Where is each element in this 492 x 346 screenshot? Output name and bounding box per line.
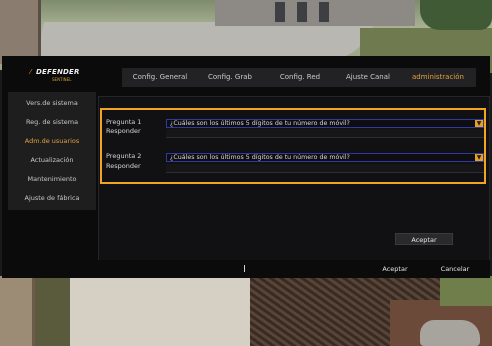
- question-1-label: Pregunta 1: [106, 118, 142, 126]
- inner-accept-button[interactable]: Aceptar: [395, 233, 453, 245]
- question-1-value: ¿Cuáles son los últimos 5 dígitos de tu …: [170, 120, 350, 127]
- brand-logo: ⁄ DEFENDER SENTINEL: [30, 68, 90, 86]
- accept-button[interactable]: Aceptar: [366, 263, 424, 275]
- question-2-label: Pregunta 2: [106, 152, 142, 160]
- answer-1-input[interactable]: [166, 129, 484, 138]
- security-questions-box: Pregunta 1 ¿Cuáles son los últimos 5 díg…: [100, 108, 486, 184]
- background-grass: [440, 276, 492, 306]
- sidebar-item-user-management[interactable]: Adm.de usuarios: [8, 132, 96, 150]
- tab-ajuste-canal[interactable]: Ajuste Canal: [334, 68, 402, 87]
- tab-administracion[interactable]: administración: [402, 68, 474, 87]
- answer-2-label: Responder: [106, 162, 141, 170]
- answer-2-input[interactable]: [166, 164, 484, 173]
- sidebar: Vers.de sistema Reg. de sistema Adm.de u…: [8, 92, 96, 210]
- question-2-value: ¿Cuáles son los últimos 5 dígitos de tu …: [170, 154, 350, 161]
- chevron-down-icon[interactable]: ▼: [475, 154, 483, 161]
- chevron-down-icon[interactable]: ▼: [475, 120, 483, 127]
- cancel-button[interactable]: Cancelar: [426, 263, 484, 275]
- tab-bar: Config. General Config. Grab Config. Red…: [122, 68, 476, 87]
- sidebar-item-maintenance[interactable]: Mantenimiento: [8, 170, 96, 188]
- background-rock: [420, 320, 480, 346]
- background-trees: [420, 0, 492, 30]
- question-1-select[interactable]: ¿Cuáles son los últimos 5 dígitos de tu …: [166, 119, 484, 128]
- sidebar-item-system-log[interactable]: Reg. de sistema: [8, 113, 96, 131]
- background-house: [215, 0, 415, 26]
- answer-1-label: Responder: [106, 127, 141, 135]
- tab-config-grab[interactable]: Config. Grab: [196, 68, 264, 87]
- house-window: [297, 2, 307, 22]
- mouse-cursor-icon: [244, 265, 245, 272]
- brand-tagline: SENTINEL: [52, 77, 72, 82]
- sidebar-item-update[interactable]: Actualización: [8, 151, 96, 169]
- tab-config-general[interactable]: Config. General: [124, 68, 196, 87]
- brand-name: DEFENDER: [36, 68, 80, 76]
- tab-config-red[interactable]: Config. Red: [268, 68, 332, 87]
- house-window: [319, 2, 329, 22]
- question-2-select[interactable]: ¿Cuáles son los últimos 5 dígitos de tu …: [166, 153, 484, 162]
- top-tab-area: ⁄ DEFENDER SENTINEL Config. General Conf…: [2, 56, 490, 92]
- background-porch-post: [0, 0, 41, 64]
- sidebar-item-factory-reset[interactable]: Ajuste de fábrica: [8, 189, 96, 207]
- sidebar-item-system-version[interactable]: Vers.de sistema: [8, 94, 96, 112]
- background-driveway: [35, 22, 375, 60]
- house-window: [275, 2, 285, 22]
- background-porch-column: [0, 276, 35, 346]
